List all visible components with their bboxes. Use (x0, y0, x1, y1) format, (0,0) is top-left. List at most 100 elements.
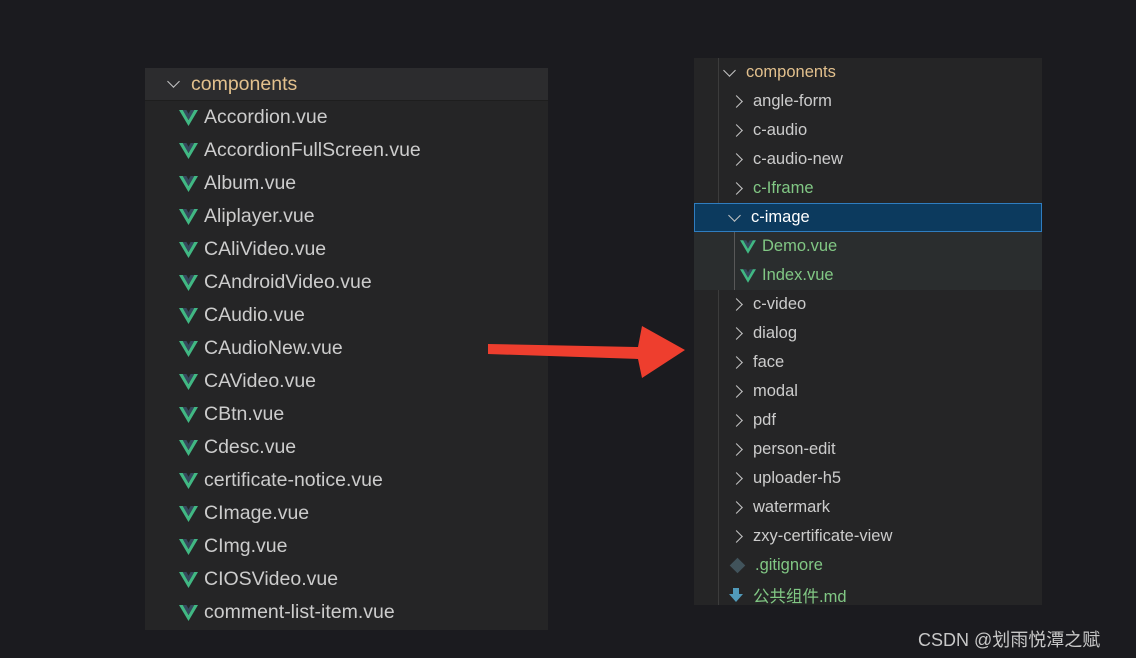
chevron-down-icon (723, 63, 736, 77)
vue-file-row[interactable]: Index.vue (694, 261, 1042, 290)
file-label: Cdesc.vue (204, 436, 297, 458)
folder-row[interactable]: dialog (694, 319, 1042, 348)
item-label: angle-form (753, 92, 832, 110)
chevron-right-icon (730, 298, 743, 311)
vue-file-icon (179, 175, 198, 192)
chevron-right-icon (730, 472, 743, 485)
vue-file-icon (179, 373, 198, 390)
file-label: CBtn.vue (204, 403, 285, 425)
watermark: CSDN @划雨悦潭之赋 (918, 630, 1101, 650)
vue-file-icon (179, 274, 198, 291)
folder-row[interactable]: uploader-h5 (694, 464, 1042, 493)
item-label: Index.vue (762, 266, 834, 284)
file-label: CAliVideo.vue (204, 238, 327, 260)
folder-row[interactable]: c-image (694, 203, 1042, 232)
item-label: c-audio-new (753, 150, 843, 168)
item-label: 公共组件.md (753, 587, 847, 606)
item-label: c-video (753, 295, 807, 313)
markdown-row[interactable]: 公共组件.md (694, 580, 1042, 609)
chevron-right-icon (730, 356, 743, 369)
vue-file-icon (179, 538, 198, 555)
git-icon (729, 557, 746, 574)
file-row[interactable]: Aliplayer.vue (145, 200, 548, 233)
chevron-right-icon (730, 327, 743, 340)
indent-guide (734, 232, 735, 261)
file-row[interactable]: comment-list-item.vue (145, 596, 548, 629)
folder-row[interactable]: c-audio-new (694, 145, 1042, 174)
item-label: watermark (753, 498, 831, 516)
chevron-right-icon (730, 153, 743, 166)
chevron-right-icon (730, 182, 743, 195)
file-label: CImage.vue (204, 502, 310, 524)
item-label: face (753, 353, 785, 371)
folder-row[interactable]: c-video (694, 290, 1042, 319)
right-explorer-panel: components angle-form c-audio c-audio-new c… (694, 58, 1042, 606)
folder-row[interactable]: pdf (694, 406, 1042, 435)
vue-file-icon (179, 439, 198, 456)
vue-file-icon (179, 241, 198, 258)
file-label: Album.vue (204, 172, 297, 194)
vue-file-icon (740, 239, 756, 254)
red-arrow-icon (488, 326, 685, 378)
folder-row[interactable]: c-Iframe (694, 174, 1042, 203)
file-label: CAndroidVideo.vue (204, 271, 372, 293)
chevron-down-icon (728, 208, 741, 222)
vue-file-row[interactable]: Demo.vue (694, 232, 1042, 261)
item-label: dialog (753, 324, 798, 342)
file-label: certificate-notice.vue (204, 469, 383, 491)
vue-file-icon (179, 472, 198, 489)
vue-file-icon (179, 142, 198, 159)
folder-row[interactable]: modal (694, 377, 1042, 406)
item-label: modal (753, 382, 798, 400)
item-label: c-audio (753, 121, 808, 139)
item-label: zxy-certificate-view (753, 527, 893, 545)
gitignore-row[interactable]: .gitignore (694, 551, 1042, 580)
folder-label: components (191, 72, 298, 95)
item-label: c-Iframe (753, 179, 814, 197)
vue-file-icon (179, 571, 198, 588)
file-label: CAudioNew.vue (204, 337, 343, 359)
file-label: Aliplayer.vue (204, 205, 315, 227)
file-row[interactable]: CAndroidVideo.vue (145, 266, 548, 299)
item-label: pdf (753, 411, 776, 429)
chevron-right-icon (730, 530, 743, 543)
folder-row[interactable]: person-edit (694, 435, 1042, 464)
left-components-folder[interactable]: components (145, 68, 548, 101)
file-row[interactable]: Accordion.vue (145, 101, 548, 134)
file-row[interactable]: AccordionFullScreen.vue (145, 134, 548, 167)
folder-row[interactable]: face (694, 348, 1042, 377)
folder-row[interactable]: zxy-certificate-view (694, 522, 1042, 551)
vue-file-icon (179, 109, 198, 126)
chevron-right-icon (730, 95, 743, 108)
file-row[interactable]: Cdesc.vue (145, 431, 548, 464)
folder-row[interactable]: angle-form (694, 87, 1042, 116)
chevron-right-icon (730, 501, 743, 514)
chevron-right-icon (730, 414, 743, 427)
item-label: uploader-h5 (753, 469, 842, 487)
file-label: AccordionFullScreen.vue (204, 139, 421, 161)
vue-file-icon (179, 208, 198, 225)
folder-row[interactable]: watermark (694, 493, 1042, 522)
file-label: CIOSVideo.vue (204, 568, 339, 590)
vue-file-icon (179, 340, 198, 357)
vue-file-icon (179, 604, 198, 621)
right-components-folder[interactable]: components (694, 58, 1042, 87)
file-row[interactable]: certificate-notice.vue (145, 464, 548, 497)
file-row[interactable]: CImg.vue (145, 530, 548, 563)
file-label: CAVideo.vue (204, 370, 317, 392)
chevron-right-icon (730, 443, 743, 456)
indent-guide (734, 261, 735, 290)
markdown-download-icon (729, 587, 743, 602)
folder-row[interactable]: c-audio (694, 116, 1042, 145)
file-row[interactable]: CAliVideo.vue (145, 233, 548, 266)
file-label: CImg.vue (204, 535, 288, 557)
file-row[interactable]: CImage.vue (145, 497, 548, 530)
item-label: person-edit (753, 440, 836, 458)
vue-file-icon (179, 406, 198, 423)
file-row[interactable]: Album.vue (145, 167, 548, 200)
file-row[interactable]: CBtn.vue (145, 398, 548, 431)
file-label: CAudio.vue (204, 304, 305, 326)
file-row[interactable]: CIOSVideo.vue (145, 563, 548, 596)
item-label: Demo.vue (762, 237, 838, 255)
folder-label: components (746, 63, 836, 81)
